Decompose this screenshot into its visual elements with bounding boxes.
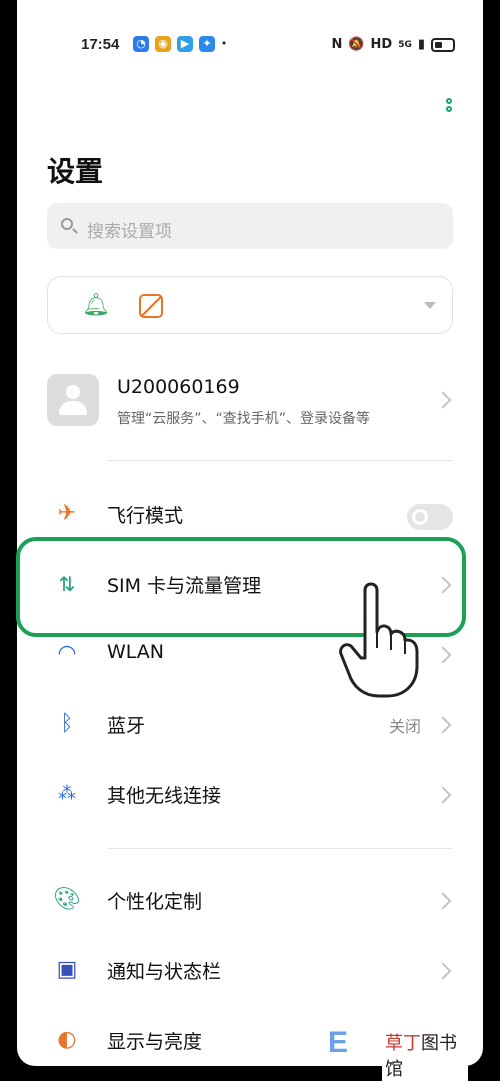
page-title: 设置 (47, 155, 104, 188)
bell-icon[interactable]: 🔔︎ (82, 294, 110, 318)
settings-item-label: 显示与亮度 (107, 1031, 203, 1053)
settings-item-label: 其他无线连接 (107, 785, 222, 807)
settings-item-label: 个性化定制 (107, 891, 203, 913)
watermark: E 草丁图书馆 (328, 1026, 468, 1081)
search-placeholder: 搜索设置项 (87, 222, 172, 242)
settings-item-label: 蓝牙 (107, 715, 146, 737)
nfc-icon: N (331, 37, 343, 52)
signal-label: 5G (398, 39, 412, 50)
palette-icon: 🎨︎ (53, 887, 81, 912)
settings-item-notifications[interactable]: ▣ 通知与状态栏 (47, 941, 453, 1001)
bluetooth-status: 关闭 (388, 717, 421, 736)
watermark-logo-icon: E (328, 1026, 349, 1059)
tap-hand-icon (339, 582, 419, 698)
battery-icon (431, 37, 455, 52)
wallpaper-icon[interactable] (139, 294, 163, 318)
mute-icon: 🔕 (348, 37, 365, 52)
status-bar: 17:54 ◔ ◉ ▶ ✦ • N 🔕 HD 5G ▮ (17, 30, 483, 62)
phone-screen: 17:54 ◔ ◉ ▶ ✦ • N 🔕 HD 5G ▮ 设置 搜索设置项 🔔︎ … (17, 0, 483, 1066)
settings-item-airplane[interactable]: ✈ 飞行模式 (47, 485, 453, 545)
wifi-icon: ◠ (57, 641, 77, 666)
quick-settings-panel[interactable]: 🔔︎ (47, 276, 453, 334)
chevron-right-icon (434, 646, 452, 664)
network-label: HD (370, 37, 393, 52)
chevron-right-icon (434, 716, 452, 734)
airplane-toggle[interactable] (407, 504, 453, 530)
bluetooth-icon: ᛒ (60, 711, 74, 736)
settings-item-label: 飞行模式 (107, 505, 184, 527)
app2-notification-icon: ✦ (199, 36, 215, 52)
divider (107, 460, 453, 461)
video-notification-icon: ▶ (177, 36, 193, 52)
notification-icon: ▣ (56, 957, 78, 982)
chevron-right-icon (434, 962, 452, 980)
more-notifications-dot: • (220, 37, 228, 50)
account-name: U200060169 (117, 376, 240, 398)
settings-item-label: 通知与状态栏 (107, 961, 222, 983)
avatar (47, 374, 99, 426)
status-time: 17:54 (81, 36, 120, 53)
chevron-right-icon (434, 786, 452, 804)
chevron-right-icon (434, 892, 452, 910)
wireless-icon: ⁂ (58, 783, 76, 804)
settings-item-personalize[interactable]: 🎨︎ 个性化定制 (47, 871, 453, 931)
divider (107, 848, 453, 849)
more-dots-icon[interactable] (444, 98, 454, 122)
settings-item-label: WLAN (107, 641, 165, 663)
watermark-text: 草丁图书馆 (382, 1029, 468, 1081)
account-subtitle: 管理“云服务”、“查找手机”、登录设备等 (117, 411, 371, 427)
settings-item-wireless[interactable]: ⁂ 其他无线连接 (47, 765, 453, 825)
app-notification-icon: ◔ (133, 36, 149, 52)
display-icon: ◐ (57, 1027, 77, 1052)
signal-icon: ▮ (417, 37, 425, 52)
chevron-down-icon[interactable] (424, 302, 436, 309)
search-icon (61, 218, 73, 230)
search-input[interactable]: 搜索设置项 (47, 203, 453, 249)
account-row[interactable]: U200060169 管理“云服务”、“查找手机”、登录设备等 (47, 372, 453, 432)
settings-item-bluetooth[interactable]: ᛒ 蓝牙 关闭 (47, 695, 453, 755)
weibo-notification-icon: ◉ (155, 36, 171, 52)
chevron-right-icon (434, 391, 452, 409)
airplane-icon: ✈ (57, 501, 77, 526)
